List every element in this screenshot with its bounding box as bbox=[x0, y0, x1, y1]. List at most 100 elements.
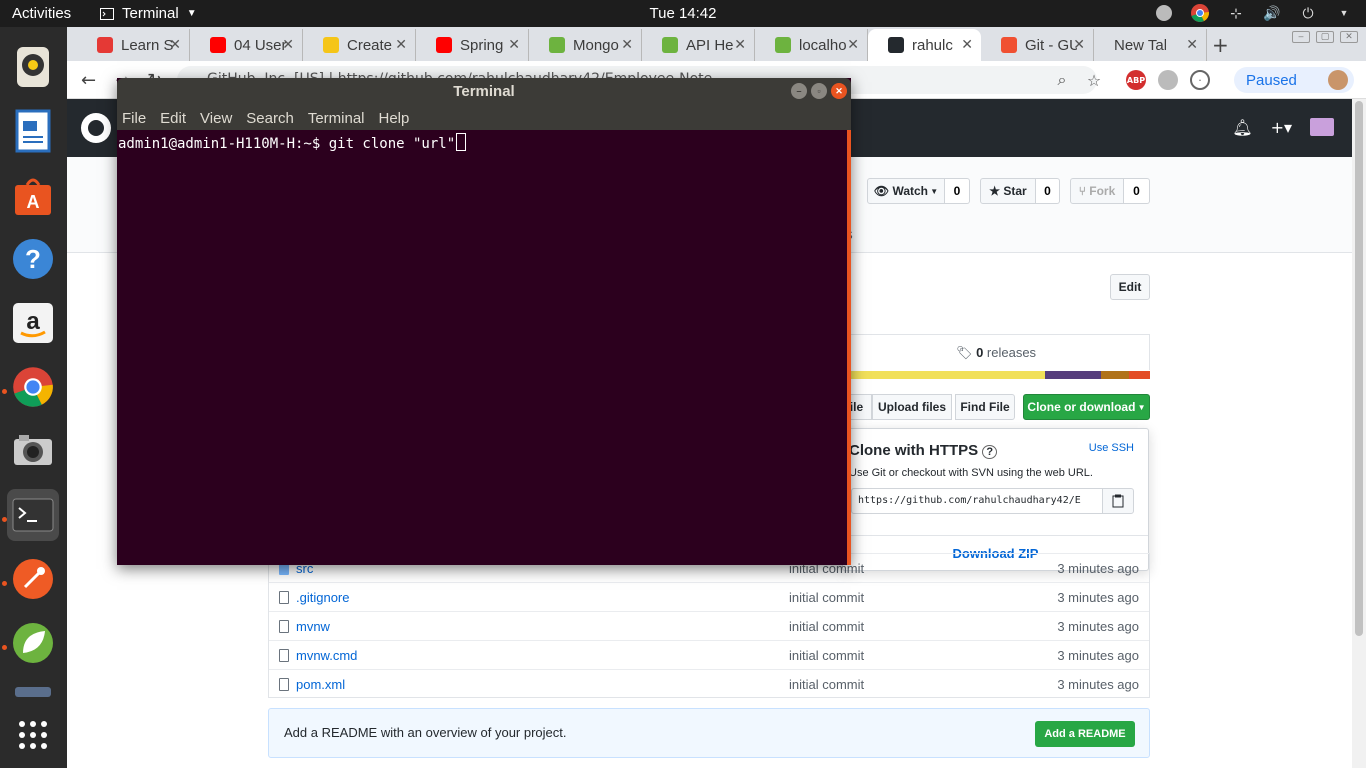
releases-summary[interactable]: 🏷︎ 0 releases bbox=[842, 334, 1150, 370]
browser-tab[interactable]: 04 User ✕ bbox=[190, 29, 303, 61]
file-name-link[interactable]: mvnw bbox=[296, 619, 330, 634]
show-applications-button[interactable] bbox=[7, 709, 59, 761]
close-tab-icon[interactable]: ✕ bbox=[847, 36, 859, 53]
close-tab-icon[interactable]: ✕ bbox=[734, 36, 746, 53]
adblock-icon[interactable]: ABP bbox=[1126, 70, 1146, 90]
bookmark-star-icon[interactable]: ☆ bbox=[1084, 70, 1104, 90]
activities-button[interactable]: Activities bbox=[12, 5, 71, 22]
page-scrollbar[interactable] bbox=[1352, 99, 1366, 768]
browser-tab-title: Learn S bbox=[121, 36, 173, 54]
dock-help[interactable]: ? bbox=[7, 233, 59, 285]
close-tab-icon[interactable]: ✕ bbox=[621, 36, 633, 53]
app-menu[interactable]: Terminal ▼ bbox=[100, 5, 197, 22]
terminal-scroll-edge bbox=[847, 130, 851, 565]
close-button[interactable]: ✕ bbox=[1340, 31, 1358, 43]
maximize-button[interactable]: ▢ bbox=[1316, 31, 1334, 43]
favicon-icon bbox=[436, 37, 452, 53]
chevron-down-icon[interactable]: ▼ bbox=[1334, 3, 1354, 23]
close-tab-icon[interactable]: ✕ bbox=[961, 36, 973, 53]
file-name-link[interactable]: mvnw.cmd bbox=[296, 648, 357, 663]
watch-count[interactable]: 0 bbox=[945, 178, 970, 204]
close-tab-icon[interactable]: ✕ bbox=[282, 36, 294, 53]
commit-message-link[interactable]: initial commit bbox=[789, 677, 864, 692]
terminal-menu-view[interactable]: View bbox=[200, 110, 232, 127]
system-tray[interactable]: ⊹ 🔊 ⏻ ▼ bbox=[1154, 3, 1354, 23]
close-tab-icon[interactable]: ✕ bbox=[395, 36, 407, 53]
dock-amazon[interactable]: a bbox=[7, 297, 59, 349]
commit-age: 3 minutes ago bbox=[1057, 561, 1139, 576]
power-icon[interactable]: ⏻ bbox=[1298, 3, 1318, 23]
chrome-icon[interactable] bbox=[1190, 3, 1210, 23]
fork-button[interactable]: ⑂ Fork bbox=[1070, 178, 1124, 204]
file-name-link[interactable]: pom.xml bbox=[296, 677, 345, 692]
browser-tab[interactable]: Mongo ✕ bbox=[529, 29, 642, 61]
terminal-menu-edit[interactable]: Edit bbox=[160, 110, 186, 127]
minimize-button[interactable]: – bbox=[791, 83, 807, 99]
watch-button[interactable]: 👁︎ Watch ▼ bbox=[867, 178, 945, 204]
terminal-output[interactable]: admin1@admin1-H110M-H:~$ git clone "url" bbox=[117, 130, 847, 565]
chat-extension-icon[interactable] bbox=[1158, 70, 1178, 90]
close-tab-icon[interactable]: ✕ bbox=[169, 36, 181, 53]
profile-paused-button[interactable]: Paused bbox=[1234, 67, 1354, 93]
close-tab-icon[interactable]: ✕ bbox=[1186, 36, 1198, 53]
favicon-icon bbox=[97, 37, 113, 53]
dock-terminal[interactable] bbox=[7, 489, 59, 541]
github-logo-icon[interactable] bbox=[81, 113, 111, 143]
terminal-menu-file[interactable]: File bbox=[122, 110, 146, 127]
find-file-button[interactable]: Find File bbox=[955, 394, 1015, 420]
dock-partial-app[interactable] bbox=[7, 681, 59, 697]
question-icon[interactable]: ? bbox=[982, 445, 998, 459]
add-readme-button[interactable]: Add a README bbox=[1035, 721, 1135, 747]
fork-count[interactable]: 0 bbox=[1124, 178, 1150, 204]
commit-message-link[interactable]: initial commit bbox=[789, 619, 864, 634]
commit-message-link[interactable]: initial commit bbox=[789, 590, 864, 605]
dock-chrome[interactable] bbox=[7, 361, 59, 413]
dock-postman[interactable] bbox=[7, 553, 59, 605]
star-count[interactable]: 0 bbox=[1036, 178, 1060, 204]
notification-bell-icon[interactable]: 🔔︎ bbox=[1232, 118, 1252, 137]
maximize-button[interactable]: ▫ bbox=[811, 83, 827, 99]
terminal-menu-help[interactable]: Help bbox=[379, 110, 410, 127]
browser-tab[interactable]: Git - GU ✕ bbox=[981, 29, 1094, 61]
browser-tab[interactable]: localho ✕ bbox=[755, 29, 868, 61]
extension-icon[interactable]: · bbox=[1190, 70, 1210, 90]
clone-or-download-button[interactable]: Clone or download ▼ bbox=[1023, 394, 1150, 420]
new-tab-button[interactable]: + bbox=[1212, 33, 1229, 57]
browser-tab[interactable]: Learn S ✕ bbox=[77, 29, 190, 61]
clone-url-input[interactable]: https://github.com/rahulchaudhary42/E bbox=[851, 488, 1103, 514]
minimize-button[interactable]: ‒ bbox=[1292, 31, 1310, 43]
plus-icon[interactable]: +▾ bbox=[1271, 118, 1292, 137]
close-tab-icon[interactable]: ✕ bbox=[508, 36, 520, 53]
volume-icon[interactable]: 🔊 bbox=[1262, 3, 1282, 23]
star-button[interactable]: ★ Star bbox=[980, 178, 1036, 204]
commit-message-link[interactable]: initial commit bbox=[789, 648, 864, 663]
close-button[interactable]: ✕ bbox=[831, 83, 847, 99]
browser-tab[interactable]: New Tab ✕ bbox=[1094, 29, 1207, 61]
dock-spring-tool-suite[interactable] bbox=[7, 617, 59, 669]
user-avatar-menu[interactable] bbox=[1310, 118, 1334, 136]
scrollbar-thumb[interactable] bbox=[1355, 101, 1363, 636]
browser-tab[interactable]: Create ✕ bbox=[303, 29, 416, 61]
terminal-titlebar[interactable]: Terminal – ▫ ✕ bbox=[117, 78, 851, 106]
dock-rhythmbox[interactable] bbox=[7, 41, 59, 93]
dock-software-center[interactable]: A bbox=[7, 169, 59, 221]
close-tab-icon[interactable]: ✕ bbox=[1073, 36, 1085, 53]
terminal-menu-terminal[interactable]: Terminal bbox=[308, 110, 365, 127]
chat-bubble-icon[interactable] bbox=[1154, 3, 1174, 23]
file-name-link[interactable]: .gitignore bbox=[296, 590, 349, 605]
upload-files-button[interactable]: Upload files bbox=[872, 394, 952, 420]
clipboard-icon[interactable] bbox=[1102, 488, 1134, 514]
browser-tab[interactable]: Spring ✕ bbox=[416, 29, 529, 61]
zoom-icon[interactable]: ⌕ bbox=[1052, 70, 1072, 90]
command-input[interactable]: git clone "url" bbox=[329, 136, 455, 152]
terminal-menu-search[interactable]: Search bbox=[246, 110, 294, 127]
browser-tab-title: 04 User bbox=[234, 36, 286, 54]
edit-button[interactable]: Edit bbox=[1110, 274, 1150, 300]
use-ssh-link[interactable]: Use SSH bbox=[1089, 442, 1134, 454]
browser-tab[interactable]: API He ✕ bbox=[642, 29, 755, 61]
browser-tab[interactable]: rahulc ✕ bbox=[868, 29, 981, 61]
dock-libreoffice-writer[interactable] bbox=[7, 105, 59, 157]
back-arrow-icon[interactable]: ← bbox=[81, 70, 96, 91]
dock-cheese[interactable] bbox=[7, 425, 59, 477]
network-icon[interactable]: ⊹ bbox=[1226, 3, 1246, 23]
